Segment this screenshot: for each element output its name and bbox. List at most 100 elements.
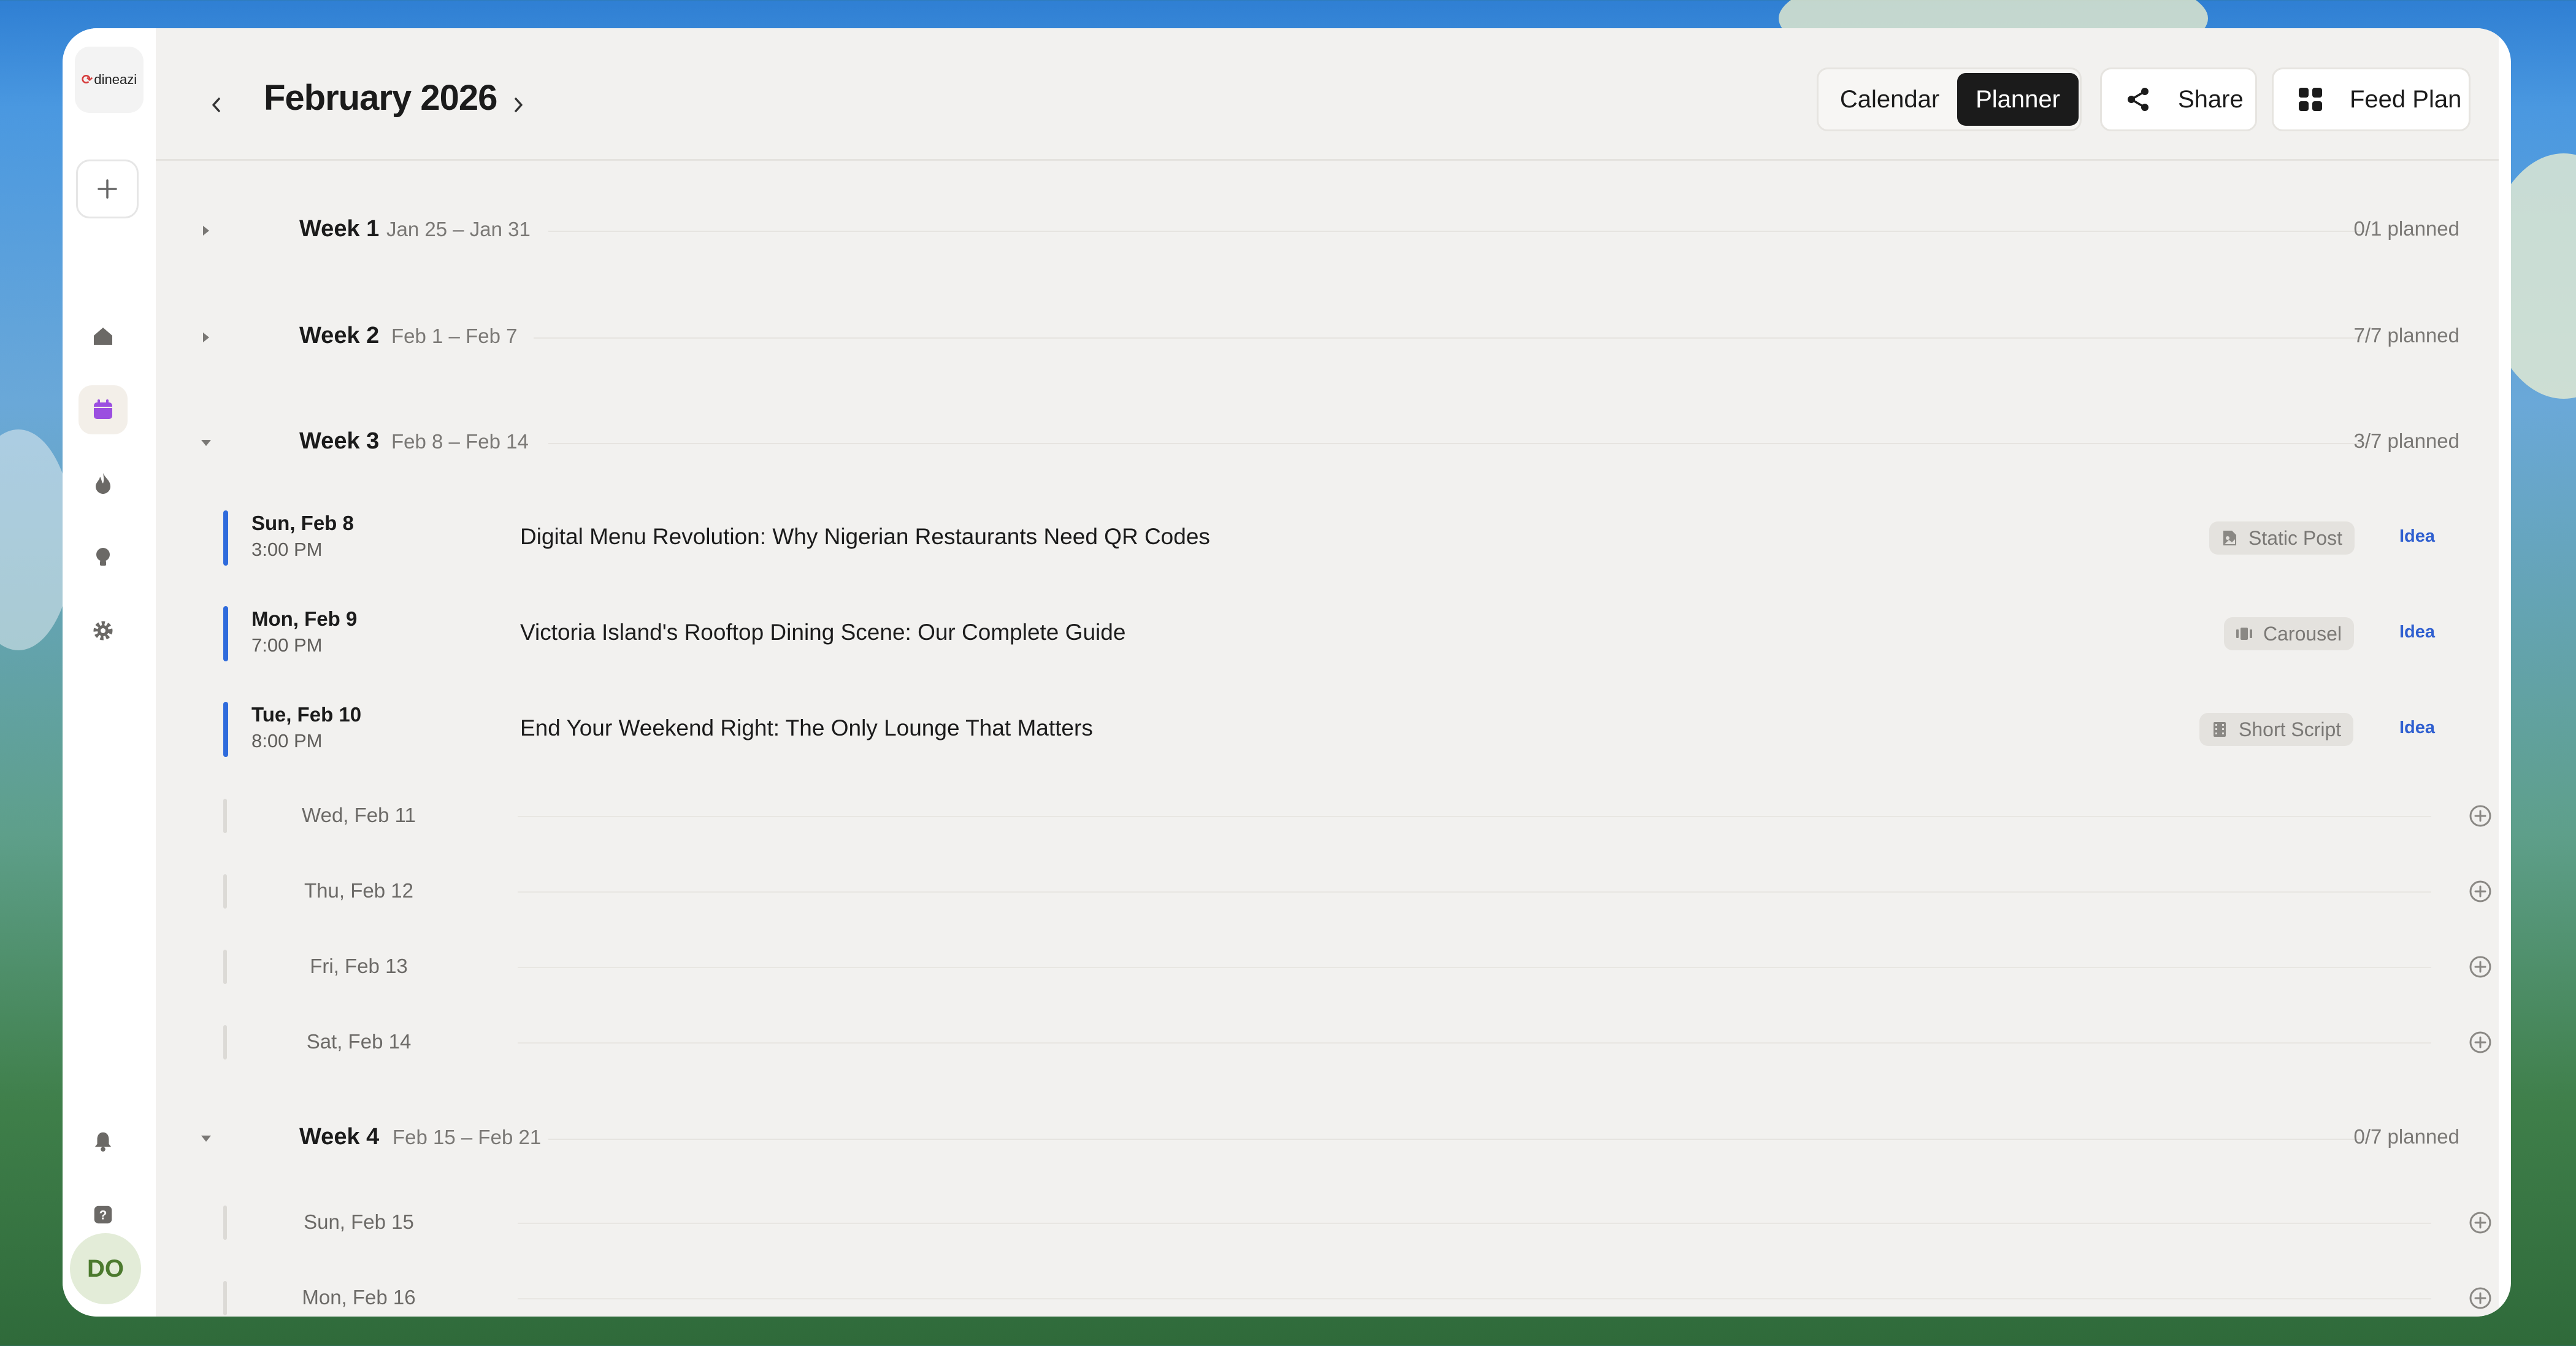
planner-header: February 2026 Calendar Planner Share Fee…	[156, 28, 2499, 161]
add-post-icon[interactable]	[2468, 879, 2493, 904]
day-label: Thu, Feb 12	[304, 879, 413, 902]
planned-count: 3/7 planned	[2353, 429, 2460, 452]
add-post-icon[interactable]	[2468, 955, 2493, 979]
empty-day-row: Sun, Feb 15	[156, 1204, 2499, 1241]
app-window: ⟳ dineazi ? DO February 2026 Calendar Pl…	[63, 28, 2511, 1317]
day-marker	[223, 1025, 227, 1059]
sidebar-item-home[interactable]	[79, 312, 128, 361]
format-label: Static Post	[2248, 526, 2342, 549]
chevron-right-icon	[515, 98, 523, 112]
day-marker	[223, 1206, 227, 1240]
planned-post-row[interactable]: Mon, Feb 9 7:00 PM Victoria Island's Roo…	[156, 602, 2499, 664]
calendar-icon	[94, 399, 112, 419]
post-title[interactable]: End Your Weekend Right: The Only Lounge …	[520, 715, 1093, 741]
feed-plan-label: Feed Plan	[2350, 85, 2462, 113]
week-range: Feb 15 – Feb 21	[393, 1126, 542, 1148]
add-post-icon[interactable]	[2468, 1210, 2493, 1235]
empty-day-row: Mon, Feb 16	[156, 1280, 2499, 1317]
flame-icon	[96, 473, 110, 494]
share-button[interactable]: Share	[2100, 67, 2257, 131]
post-time: 7:00 PM	[251, 634, 323, 656]
format-label: Carousel	[2263, 622, 2342, 645]
divider	[518, 816, 2431, 817]
share-icon	[2124, 85, 2153, 114]
post-title[interactable]: Victoria Island's Rooftop Dining Scene: …	[520, 620, 1125, 645]
week-header[interactable]: Week 3 Feb 8 – Feb 14 3/7 planned	[156, 425, 2499, 461]
calendar-view-tab[interactable]: Calendar	[1828, 73, 1951, 126]
grid-icon	[2296, 85, 2325, 114]
week-label: Week 1	[299, 216, 380, 242]
sidebar-item-calendar[interactable]	[79, 385, 128, 434]
planned-count: 0/7 planned	[2353, 1125, 2460, 1148]
status-bar	[223, 510, 228, 566]
week-range: Jan 25 – Jan 31	[386, 218, 531, 240]
empty-day-row: Wed, Feb 11	[156, 798, 2499, 834]
week-label: Week 4	[299, 1124, 380, 1150]
planned-post-row[interactable]: Tue, Feb 10 8:00 PM End Your Weekend Rig…	[156, 698, 2499, 760]
status-badge: Idea	[2399, 622, 2436, 642]
image-file-icon	[2223, 531, 2236, 545]
sidebar-item-ideas[interactable]	[79, 533, 128, 582]
caret-down-icon	[201, 440, 211, 446]
day-marker	[223, 874, 227, 909]
week-range: Feb 1 – Feb 7	[391, 325, 518, 347]
sidebar-item-help[interactable]: ?	[79, 1190, 128, 1239]
divider	[518, 1223, 2431, 1224]
bell-icon	[94, 1132, 112, 1152]
caret-right-icon	[203, 333, 209, 342]
sidebar-item-notifications[interactable]	[79, 1117, 128, 1166]
chevron-left-icon	[212, 98, 220, 112]
planned-count: 0/1 planned	[2353, 217, 2460, 240]
status-badge: Idea	[2399, 718, 2436, 737]
divider	[518, 1298, 2431, 1299]
day-label: Sun, Feb 15	[304, 1210, 414, 1233]
week-header[interactable]: Week 1 Jan 25 – Jan 31 0/1 planned	[156, 212, 2499, 249]
previous-month-button[interactable]	[201, 90, 232, 120]
status-bar	[223, 606, 228, 661]
divider	[518, 891, 2431, 893]
day-label: Sat, Feb 14	[306, 1030, 412, 1053]
week-label: Week 2	[299, 323, 380, 348]
logo-mark-icon: ⟳	[81, 72, 93, 87]
day-marker	[223, 950, 227, 984]
carousel-icon	[2236, 628, 2252, 640]
feed-plan-button[interactable]: Feed Plan	[2272, 67, 2471, 131]
week-header[interactable]: Week 4 Feb 15 – Feb 21 0/7 planned	[156, 1120, 2499, 1157]
format-label: Short Script	[2239, 718, 2342, 740]
help-icon: ?	[94, 1206, 112, 1224]
sidebar-item-settings[interactable]	[79, 606, 128, 655]
home-icon	[94, 328, 112, 345]
view-toggle: Calendar Planner	[1817, 67, 2082, 131]
divider	[548, 443, 2370, 444]
lightbulb-icon	[96, 548, 110, 566]
post-date: Sun, Feb 8	[251, 512, 354, 534]
divider	[534, 337, 2370, 339]
format-badge: Short Script	[2199, 713, 2354, 746]
planned-post-row[interactable]: Sun, Feb 8 3:00 PM Digital Menu Revoluti…	[156, 507, 2499, 568]
add-post-icon[interactable]	[2468, 804, 2493, 828]
caret-down-icon	[201, 1136, 211, 1142]
planner-view-tab[interactable]: Planner	[1957, 73, 2079, 126]
svg-text:?: ?	[99, 1209, 107, 1223]
next-month-button[interactable]	[503, 90, 534, 120]
add-post-icon[interactable]	[2468, 1286, 2493, 1310]
logo-text: dineazi	[94, 72, 137, 87]
empty-day-row: Sat, Feb 14	[156, 1024, 2499, 1061]
post-date: Tue, Feb 10	[251, 703, 362, 726]
day-label: Mon, Feb 16	[302, 1286, 416, 1309]
empty-day-row: Thu, Feb 12	[156, 873, 2499, 910]
user-avatar[interactable]: DO	[70, 1233, 141, 1304]
empty-day-row: Fri, Feb 13	[156, 948, 2499, 985]
divider	[548, 231, 2370, 232]
post-title[interactable]: Digital Menu Revolution: Why Nigerian Re…	[520, 524, 1210, 550]
format-badge: Static Post	[2209, 521, 2355, 555]
sidebar-item-trending[interactable]	[79, 459, 128, 508]
film-icon	[2214, 722, 2226, 737]
status-badge: Idea	[2399, 526, 2436, 546]
week-header[interactable]: Week 2 Feb 1 – Feb 7 7/7 planned	[156, 319, 2499, 356]
add-post-icon[interactable]	[2468, 1030, 2493, 1055]
app-logo[interactable]: ⟳ dineazi	[75, 47, 144, 113]
planner-panel: February 2026 Calendar Planner Share Fee…	[156, 28, 2499, 1317]
create-button[interactable]	[76, 160, 139, 218]
gear-icon	[93, 621, 113, 640]
